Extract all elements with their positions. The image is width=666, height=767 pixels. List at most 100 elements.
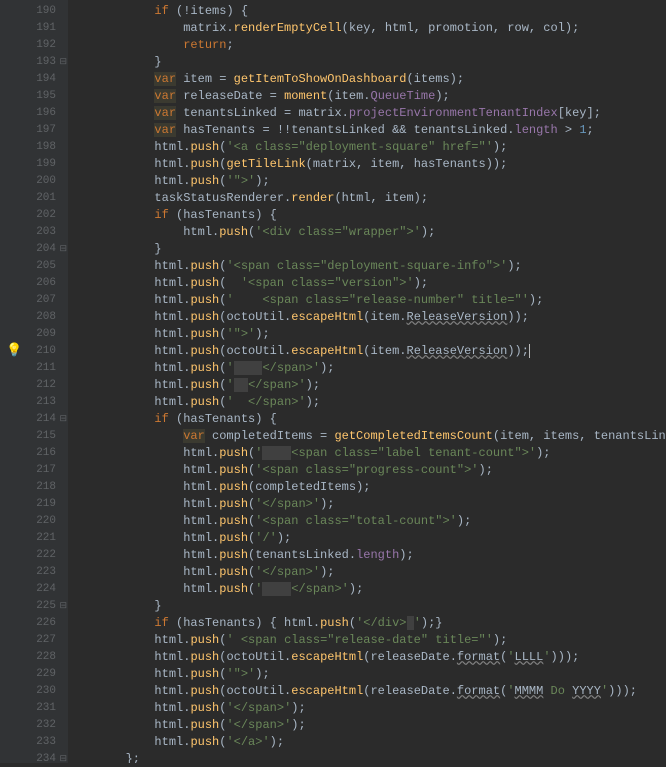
code-line[interactable]: html.push(' </span>'); (68, 393, 666, 410)
code-token: ); (493, 140, 507, 154)
code-line[interactable]: } (68, 597, 666, 614)
line-number: 226 (0, 614, 68, 631)
code-line[interactable]: html.push('</span>'); (68, 716, 666, 733)
code-line[interactable]: var completedItems = getCompletedItemsCo… (68, 427, 666, 444)
code-token: escapeHtml (291, 310, 363, 324)
fold-icon[interactable]: ⊟ (59, 244, 67, 254)
code-line[interactable]: html.push( '<span class="version">'); (68, 274, 666, 291)
code-token: html. (154, 174, 190, 188)
code-token: ( (219, 327, 226, 341)
code-token: </span>' (248, 378, 306, 392)
code-line[interactable]: } (68, 240, 666, 257)
code-token: ); (306, 378, 320, 392)
code-line[interactable]: return; (68, 36, 666, 53)
code-token: html. (154, 344, 190, 358)
code-line[interactable]: html.push('</a>'); (68, 733, 666, 750)
code-line[interactable]: if (hasTenants) { html.push('</div> ');} (68, 614, 666, 631)
code-line[interactable]: var releaseDate = moment(item.QueueTime)… (68, 87, 666, 104)
code-token: push (190, 327, 219, 341)
code-token: html. (154, 361, 190, 375)
code-line[interactable]: html.push('">'); (68, 172, 666, 189)
code-area[interactable]: if (!items) { matrix.renderEmptyCell(key… (68, 0, 666, 763)
code-line[interactable]: html.push('<span class="deployment-squar… (68, 257, 666, 274)
code-token: push (190, 361, 219, 375)
code-token: return (183, 38, 226, 52)
code-line[interactable]: }; (68, 750, 666, 763)
intention-bulb-icon[interactable]: 💡 (6, 343, 22, 358)
code-line[interactable]: html.push(octoUtil.escapeHtml(releaseDat… (68, 648, 666, 665)
line-number: 209 (0, 325, 68, 342)
code-line[interactable]: html.push(' </span>'); (68, 359, 666, 376)
code-token: (hasTenants) { html. (169, 616, 320, 630)
code-line[interactable]: html.push(' <span class="release-number"… (68, 291, 666, 308)
fold-icon[interactable]: ⊟ (59, 754, 67, 764)
code-line[interactable]: html.push('</span>'); (68, 495, 666, 512)
code-token: '</span>' (255, 497, 320, 511)
code-token: '<a class="deployment-square" href="' (226, 140, 492, 154)
code-editor[interactable]: 190191192193⊟194195196197198199200201202… (0, 0, 666, 763)
code-line[interactable]: var tenantsLinked = matrix.projectEnviro… (68, 104, 666, 121)
code-token: ReleaseVersion (407, 310, 508, 324)
code-token: ; (226, 38, 233, 52)
code-token (234, 361, 263, 375)
code-line[interactable]: html.push(octoUtil.escapeHtml(item.Relea… (68, 308, 666, 325)
code-line[interactable]: html.push('</span>'); (68, 563, 666, 580)
code-token: (item. (363, 310, 406, 324)
line-number: 218 (0, 478, 68, 495)
code-line[interactable]: html.push(octoUtil.escapeHtml(releaseDat… (68, 682, 666, 699)
line-number: 203 (0, 223, 68, 240)
code-token: '">' (226, 327, 255, 341)
code-token: push (219, 463, 248, 477)
code-line[interactable]: var hasTenants = !!tenantsLinked && tena… (68, 121, 666, 138)
code-token: projectEnvironmentTenantIndex (349, 106, 558, 120)
code-token: ); (493, 633, 507, 647)
code-line[interactable]: html.push('<a class="deployment-square" … (68, 138, 666, 155)
code-line[interactable]: html.push(' </span>'); (68, 376, 666, 393)
code-line[interactable]: if (!items) { (68, 2, 666, 19)
fold-icon[interactable]: ⊟ (59, 601, 67, 611)
code-token: html. (154, 378, 190, 392)
code-line[interactable]: html.push('</span>'); (68, 699, 666, 716)
code-line[interactable]: html.push('<span class="total-count">'); (68, 512, 666, 529)
code-line[interactable]: if (hasTenants) { (68, 206, 666, 223)
code-line[interactable]: html.push(' <span class="label tenant-co… (68, 444, 666, 461)
code-token: '<span class="deployment-square-info">' (226, 259, 507, 273)
code-line[interactable]: html.push('">'); (68, 325, 666, 342)
code-token (407, 616, 414, 630)
code-token: html. (183, 497, 219, 511)
code-token: push (190, 378, 219, 392)
code-token: (hasTenants) { (169, 208, 277, 222)
code-line[interactable]: } (68, 53, 666, 70)
code-token (234, 378, 248, 392)
code-token: push (219, 514, 248, 528)
code-line[interactable]: html.push(' <span class="release-date" t… (68, 631, 666, 648)
code-line[interactable]: html.push('<span class="progress-count">… (68, 461, 666, 478)
code-token: ( (248, 497, 255, 511)
code-line[interactable]: if (hasTenants) { (68, 410, 666, 427)
code-line[interactable]: html.push(completedItems); (68, 478, 666, 495)
fold-icon[interactable]: ⊟ (59, 414, 67, 424)
code-line[interactable]: html.push('/'); (68, 529, 666, 546)
code-token: push (219, 446, 248, 460)
code-line[interactable]: html.push(getTileLink(matrix, item, hasT… (68, 155, 666, 172)
code-line[interactable]: var item = getItemToShowOnDashboard(item… (68, 70, 666, 87)
code-line[interactable]: taskStatusRenderer.render(html, item); (68, 189, 666, 206)
code-token: (octoUtil. (219, 650, 291, 664)
code-line[interactable]: html.push(tenantsLinked.length); (68, 546, 666, 563)
code-token: (matrix, item, hasTenants)); (306, 157, 508, 171)
code-token: LLLL (515, 650, 544, 664)
code-line[interactable]: html.push(' </span>'); (68, 580, 666, 597)
code-line[interactable]: html.push('<div class="wrapper">'); (68, 223, 666, 240)
code-token: '</a>' (226, 735, 269, 749)
line-number: 230 (0, 682, 68, 699)
fold-icon[interactable]: ⊟ (59, 57, 67, 67)
code-line[interactable]: html.push(octoUtil.escapeHtml(item.Relea… (68, 342, 666, 359)
code-line[interactable]: html.push('">'); (68, 665, 666, 682)
code-token: ( (500, 650, 507, 664)
code-token: ' (601, 684, 608, 698)
code-token: ' (507, 650, 514, 664)
code-token: html. (183, 225, 219, 239)
code-line[interactable]: matrix.renderEmptyCell(key, html, promot… (68, 19, 666, 36)
code-token: ( (248, 514, 255, 528)
line-number: 197 (0, 121, 68, 138)
